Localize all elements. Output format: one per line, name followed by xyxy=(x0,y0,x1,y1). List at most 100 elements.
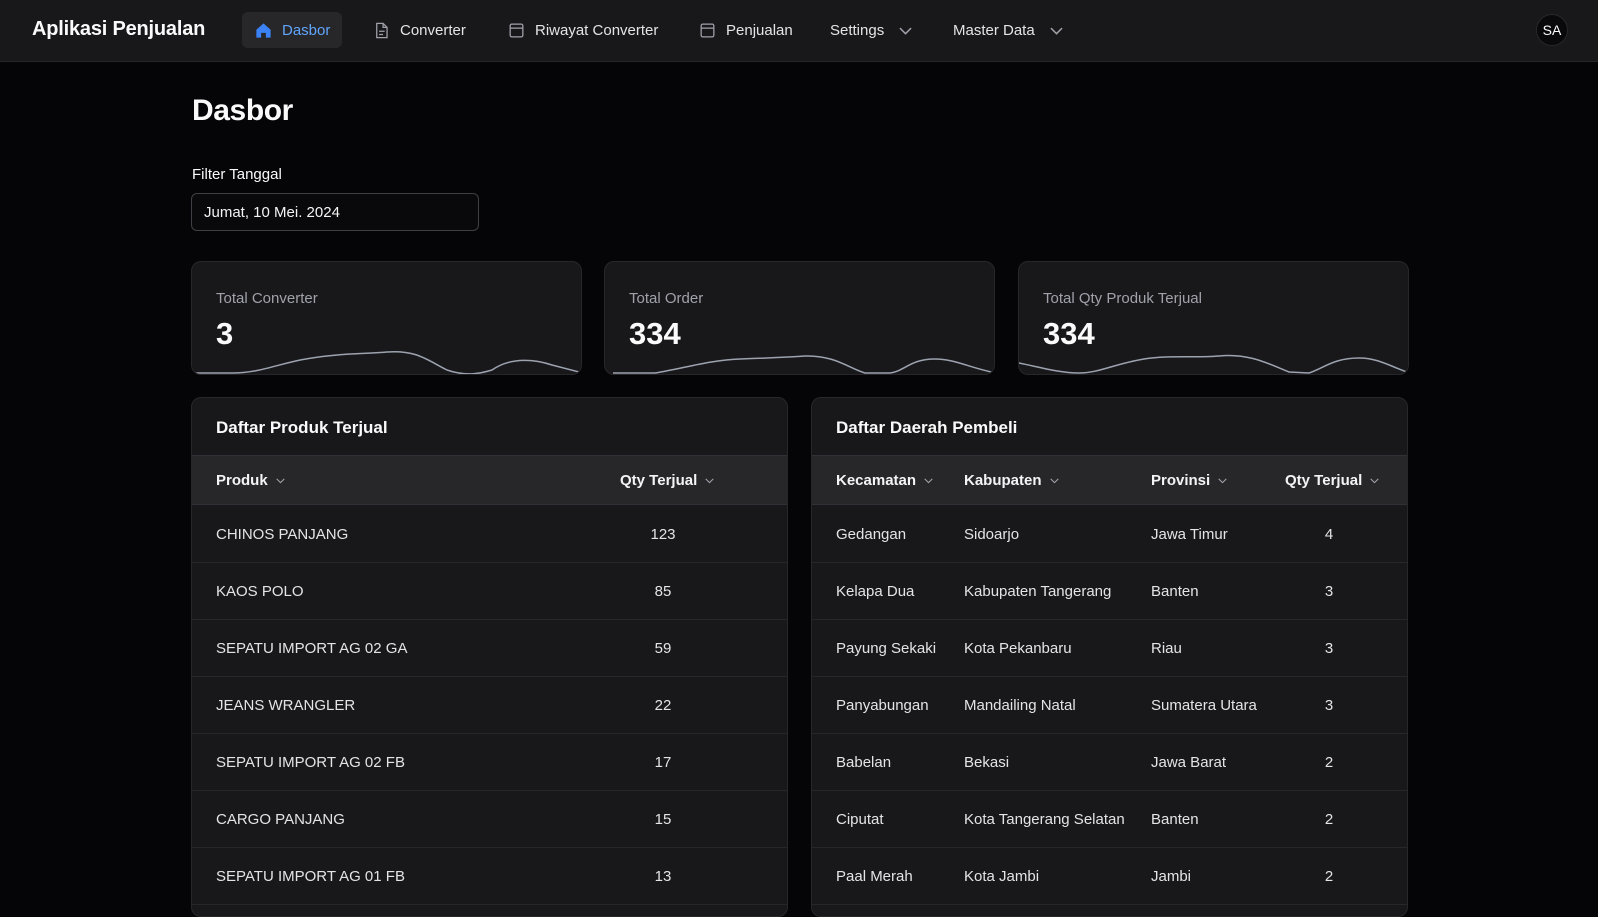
column-header-kabupaten[interactable]: Kabupaten xyxy=(964,472,1061,489)
document-icon xyxy=(376,22,388,38)
kabupaten-cell: Kota Jambi xyxy=(964,868,1040,885)
table-row[interactable]: CHINOS PANJANG 123 xyxy=(192,506,787,563)
chevron-down-icon xyxy=(1218,478,1227,484)
provinsi-cell: Jambi xyxy=(1151,868,1192,885)
table-row[interactable]: Panyabungan Mandailing Natal Sumatera Utar… xyxy=(812,677,1407,734)
column-label: Provinsi xyxy=(1151,472,1211,489)
page-title: Dasbor xyxy=(192,94,293,127)
product-name-cell: JEANS WRANGLER xyxy=(216,697,356,714)
column-header-produk[interactable]: Produk xyxy=(216,472,287,489)
chevron-down-icon xyxy=(1370,478,1379,484)
nav-item-converter[interactable]: Converter xyxy=(360,12,478,48)
column-label: Kecamatan xyxy=(836,472,917,489)
stat-label: Total Converter xyxy=(216,290,318,307)
product-name-cell: SEPATU IMPORT AG 02 FB xyxy=(216,754,405,771)
chevron-down-icon xyxy=(1049,478,1059,484)
sparkline xyxy=(192,351,581,374)
qty-cell: 13 xyxy=(654,868,672,885)
filter-date-input[interactable]: Jumat, 10 Mei. 2024 xyxy=(191,193,479,231)
archive-icon xyxy=(509,23,524,37)
provinsi-cell: Sumatera Utara xyxy=(1151,697,1257,714)
nav-item-master-data[interactable]: Master Data xyxy=(941,12,1078,48)
table-row[interactable]: SEPATU IMPORT AG 02 FB 17 xyxy=(192,734,787,791)
provinsi-cell: Jawa Barat xyxy=(1151,754,1227,771)
column-header-provinsi[interactable]: Provinsi xyxy=(1151,472,1229,489)
sparkline xyxy=(1019,354,1408,374)
kabupaten-cell: Mandailing Natal xyxy=(964,697,1076,714)
qty-cell: 59 xyxy=(654,640,672,657)
chevron-down-icon xyxy=(1050,27,1063,35)
table-row[interactable]: KAOS POLO 85 xyxy=(192,563,787,620)
table-row[interactable]: Gedangan Sidoarjo Jawa Timur 4 xyxy=(812,506,1407,563)
archive-icon xyxy=(700,23,715,37)
qty-cell: 3 xyxy=(1324,697,1334,714)
user-avatar[interactable]: SA xyxy=(1536,14,1568,46)
kecamatan-cell: Paal Merah xyxy=(836,868,913,885)
buyer-regions-panel: Daftar Daerah Pembeli Kecamatan Kabupate… xyxy=(811,397,1408,917)
column-label: Produk xyxy=(216,472,268,489)
nav-label: Riwayat Converter xyxy=(535,21,659,39)
table-row[interactable]: SEPATU IMPORT AG 02 GA 59 xyxy=(192,620,787,677)
panel-title: Daftar Daerah Pembeli xyxy=(836,418,1018,437)
column-label: Kabupaten xyxy=(964,472,1042,489)
home-icon xyxy=(256,22,271,38)
table-header: Produk Qty Terjual xyxy=(192,455,787,505)
products-sold-panel: Daftar Produk Terjual Produk Qty Terjual… xyxy=(191,397,788,917)
table-row[interactable]: Kelapa Dua Kabupaten Tangerang Banten 3 xyxy=(812,563,1407,620)
stat-card-total-order: Total Order 334 xyxy=(604,261,995,375)
product-name-cell: CARGO PANJANG xyxy=(216,811,345,828)
column-header-kecamatan[interactable]: Kecamatan xyxy=(836,472,935,489)
stat-label: Total Order xyxy=(629,290,704,307)
kecamatan-cell: Babelan xyxy=(836,754,892,771)
column-label: Qty Terjual xyxy=(1285,472,1363,489)
kecamatan-cell: Ciputat xyxy=(836,811,884,828)
qty-cell: 3 xyxy=(1324,640,1334,657)
table-header: Kecamatan Kabupaten Provinsi Qty Terjual xyxy=(812,455,1407,505)
app-title[interactable]: Aplikasi Penjualan xyxy=(32,18,205,41)
column-header-qty-terjual[interactable]: Qty Terjual xyxy=(1285,472,1381,489)
kabupaten-cell: Bekasi xyxy=(964,754,1010,771)
kabupaten-cell: Kota Tangerang Selatan xyxy=(964,811,1125,828)
provinsi-cell: Jawa Timur xyxy=(1151,526,1228,543)
qty-cell: 15 xyxy=(654,811,672,828)
stat-label: Total Qty Produk Terjual xyxy=(1043,290,1202,307)
kecamatan-cell: Payung Sekaki xyxy=(836,640,937,657)
table-row[interactable]: Payung Sekaki Kota Pekanbaru Riau 3 xyxy=(812,620,1407,677)
kecamatan-cell: Kelapa Dua xyxy=(836,583,915,600)
kabupaten-cell: Sidoarjo xyxy=(964,526,1020,543)
provinsi-cell: Banten xyxy=(1151,811,1199,828)
nav-item-settings[interactable]: Settings xyxy=(818,12,927,48)
nav-item-riwayat-converter[interactable]: Riwayat Converter xyxy=(495,12,670,48)
qty-cell: 123 xyxy=(650,526,676,543)
table-row[interactable]: Ciputat Kota Tangerang Selatan Banten 2 xyxy=(812,791,1407,848)
nav-label: Master Data xyxy=(953,21,1035,39)
table-row[interactable]: Paal Merah Kota Jambi Jambi 2 xyxy=(812,848,1407,905)
nav-label: Penjualan xyxy=(726,21,793,39)
nav-item-penjualan[interactable]: Penjualan xyxy=(686,12,805,48)
qty-cell: 17 xyxy=(654,754,672,771)
table-row[interactable]: CARGO PANJANG 15 xyxy=(192,791,787,848)
product-name-cell: SEPATU IMPORT AG 02 GA xyxy=(216,640,408,657)
table-row[interactable]: SEPATU IMPORT AG 01 FB 13 xyxy=(192,848,787,905)
stat-card-total-converter: Total Converter 3 xyxy=(191,261,582,375)
chevron-down-icon xyxy=(705,478,714,484)
nav-label: Converter xyxy=(400,21,466,39)
filter-date-label: Filter Tanggal xyxy=(192,166,282,183)
kecamatan-cell: Gedangan xyxy=(836,526,907,543)
chevron-down-icon xyxy=(276,478,285,484)
nav-label: Dasbor xyxy=(282,21,331,39)
qty-cell: 3 xyxy=(1324,583,1334,600)
chevron-down-icon xyxy=(924,478,933,484)
table-row[interactable]: JEANS WRANGLER 22 xyxy=(192,677,787,734)
panel-title: Daftar Produk Terjual xyxy=(216,418,388,437)
kabupaten-cell: Kota Pekanbaru xyxy=(964,640,1072,657)
table-row[interactable]: Babelan Bekasi Jawa Barat 2 xyxy=(812,734,1407,791)
qty-cell: 2 xyxy=(1324,868,1334,885)
kecamatan-cell: Panyabungan xyxy=(836,697,929,714)
qty-cell: 85 xyxy=(654,583,672,600)
chevron-down-icon xyxy=(899,27,912,35)
nav-label: Settings xyxy=(830,21,885,39)
column-header-qty-terjual[interactable]: Qty Terjual xyxy=(620,472,716,489)
nav-item-dasbor[interactable]: Dasbor xyxy=(242,12,343,48)
product-name-cell: KAOS POLO xyxy=(216,583,304,600)
